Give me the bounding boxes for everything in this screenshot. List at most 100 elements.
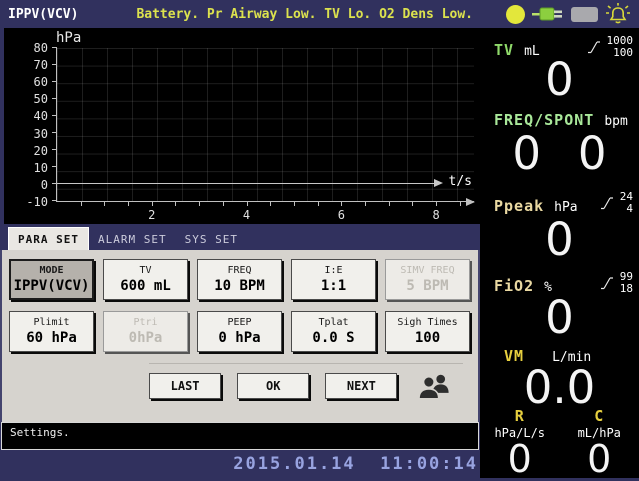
param-button-simv-freq: SIMV FREQ 5 BPM (385, 259, 470, 300)
x-tick-mark (436, 201, 437, 206)
y-tick-mark (52, 166, 57, 167)
y-tick-mark (52, 183, 57, 184)
freq-value: 0 (512, 131, 541, 176)
status-message-box: Settings. (1, 422, 479, 450)
x-tick-mark (460, 201, 461, 206)
y-tick-mark (52, 47, 57, 48)
ppeak-label: Ppeak (494, 197, 544, 215)
mode-title: IPPV(VCV) (8, 7, 78, 22)
users-icon[interactable] (417, 372, 453, 400)
param-button-mode[interactable]: MODE IPPV(VCV) (9, 259, 94, 300)
x-tick-mark (247, 201, 248, 206)
tab-para-set[interactable]: PARA SET (8, 227, 89, 250)
y-tick-label: 30 (8, 127, 48, 141)
y-tick-label: 0 (8, 178, 48, 192)
monitor-r: R hPa/L/s 0 (480, 406, 560, 478)
ppeak-limit-low: 4 (626, 203, 633, 215)
next-button[interactable]: NEXT (325, 373, 397, 399)
datetime-display: 2015.01.14 11:00:14 (233, 454, 480, 474)
monitor-panel: TV mL 1000 100 0 FREQ/SPONT bpm (480, 28, 639, 478)
x-tick-mark (318, 201, 319, 206)
freq-unit: bpm (604, 114, 627, 129)
x-tick-label: 2 (148, 208, 155, 222)
pressure-waveform-chart: hPa 80706050403020100-10 t/s 2468 (0, 28, 480, 224)
zero-axis-line: t/s (57, 183, 434, 184)
x-tick-label: 6 (338, 208, 345, 222)
x-tick-label: 4 (243, 208, 250, 222)
x-tick-mark (175, 201, 176, 206)
x-tick-mark (270, 201, 271, 206)
title-bar: IPPV(VCV) Battery. Pr Airway Low. TV Lo.… (0, 0, 639, 28)
x-tick-mark (104, 201, 105, 206)
vm-value: 0.0 (480, 365, 639, 410)
y-tick-label: 80 (8, 41, 48, 55)
x-tick-mark (81, 201, 82, 206)
action-button-row: LAST OK NEXT (149, 363, 463, 400)
c-label: C (594, 407, 604, 425)
param-button-ptri: Ptri 0hPa (103, 311, 188, 352)
y-tick-label: 60 (8, 75, 48, 89)
tv-unit: mL (524, 44, 540, 59)
monitor-fio2: FiO2 % 99 18 0 (480, 264, 639, 340)
x-tick-mark (223, 201, 224, 206)
x-tick-mark (341, 201, 342, 206)
alarm-limits-icon (586, 39, 602, 55)
y-axis-unit-label: hPa (56, 30, 81, 46)
x-tick-mark (365, 201, 366, 206)
tv-value: 0 (480, 57, 639, 102)
monitor-vm: VM L/min 0.0 (480, 340, 639, 406)
monitor-r-c: R hPa/L/s 0 C mL/hPa 0 (480, 406, 639, 478)
ppeak-value: 0 (480, 217, 639, 262)
param-button-sigh-times[interactable]: Sigh Times 100 (385, 311, 470, 352)
tv-label: TV (494, 41, 514, 59)
monitor-freq-spont: FREQ/SPONT bpm 0 0 (480, 104, 639, 184)
last-button[interactable]: LAST (149, 373, 221, 399)
param-button-freq[interactable]: FREQ 10 BPM (197, 259, 282, 300)
y-tick-mark (52, 81, 57, 82)
r-label: R (515, 407, 525, 425)
spont-value: 0 (578, 131, 607, 176)
x-tick-mark (389, 201, 390, 206)
y-axis-gutter: 80706050403020100-10 (4, 48, 56, 202)
r-value: 0 (480, 440, 560, 478)
y-tick-mark (52, 64, 57, 65)
x-tick-label: 8 (432, 208, 439, 222)
y-tick-label: 70 (8, 58, 48, 72)
clock-bar: 2015.01.14 11:00:14 (0, 450, 480, 478)
x-axis-arrow (466, 198, 475, 206)
y-tick-label: 20 (8, 144, 48, 158)
alarm-limits-icon (599, 275, 615, 291)
fio2-label: FiO2 (494, 277, 534, 295)
x-tick-mark (294, 201, 295, 206)
alarm-bell-icon (605, 2, 631, 26)
indicator-circle-icon (506, 5, 525, 24)
x-tick-mark (128, 201, 129, 206)
tab-sys-set[interactable]: SYS SET (176, 228, 247, 250)
status-message: Settings. (10, 426, 70, 439)
x-axis-unit-label: t/s (449, 174, 472, 189)
tv-limit-low: 100 (613, 47, 633, 59)
alarm-message: Battery. Pr Airway Low. TV Lo. O2 Dens L… (136, 7, 473, 22)
param-button-peep[interactable]: PEEP 0 hPa (197, 311, 282, 352)
param-button-ie-ratio[interactable]: I:E 1:1 (291, 259, 376, 300)
y-tick-mark (52, 200, 57, 201)
param-button-tplat[interactable]: Tplat 0.0 S (291, 311, 376, 352)
monitor-ppeak: Ppeak hPa 24 4 0 (480, 184, 639, 264)
c-value: 0 (560, 440, 639, 478)
y-tick-label: 50 (8, 92, 48, 106)
x-tick-mark (412, 201, 413, 206)
vm-label: VM (504, 347, 524, 365)
tab-alarm-set[interactable]: ALARM SET (89, 228, 176, 250)
fio2-value: 0 (480, 295, 639, 340)
ok-button[interactable]: OK (237, 373, 309, 399)
y-tick-label: -10 (8, 195, 48, 209)
fio2-limit-low: 18 (620, 283, 633, 295)
y-tick-mark (52, 115, 57, 116)
y-tick-label: 10 (8, 161, 48, 175)
monitor-c: C mL/hPa 0 (560, 406, 639, 478)
param-button-tv[interactable]: TV 600 mL (103, 259, 188, 300)
x-tick-mark (199, 201, 200, 206)
param-button-plimit[interactable]: Plimit 60 hPa (9, 311, 94, 352)
x-tick-mark (152, 201, 153, 206)
y-tick-mark (52, 149, 57, 150)
